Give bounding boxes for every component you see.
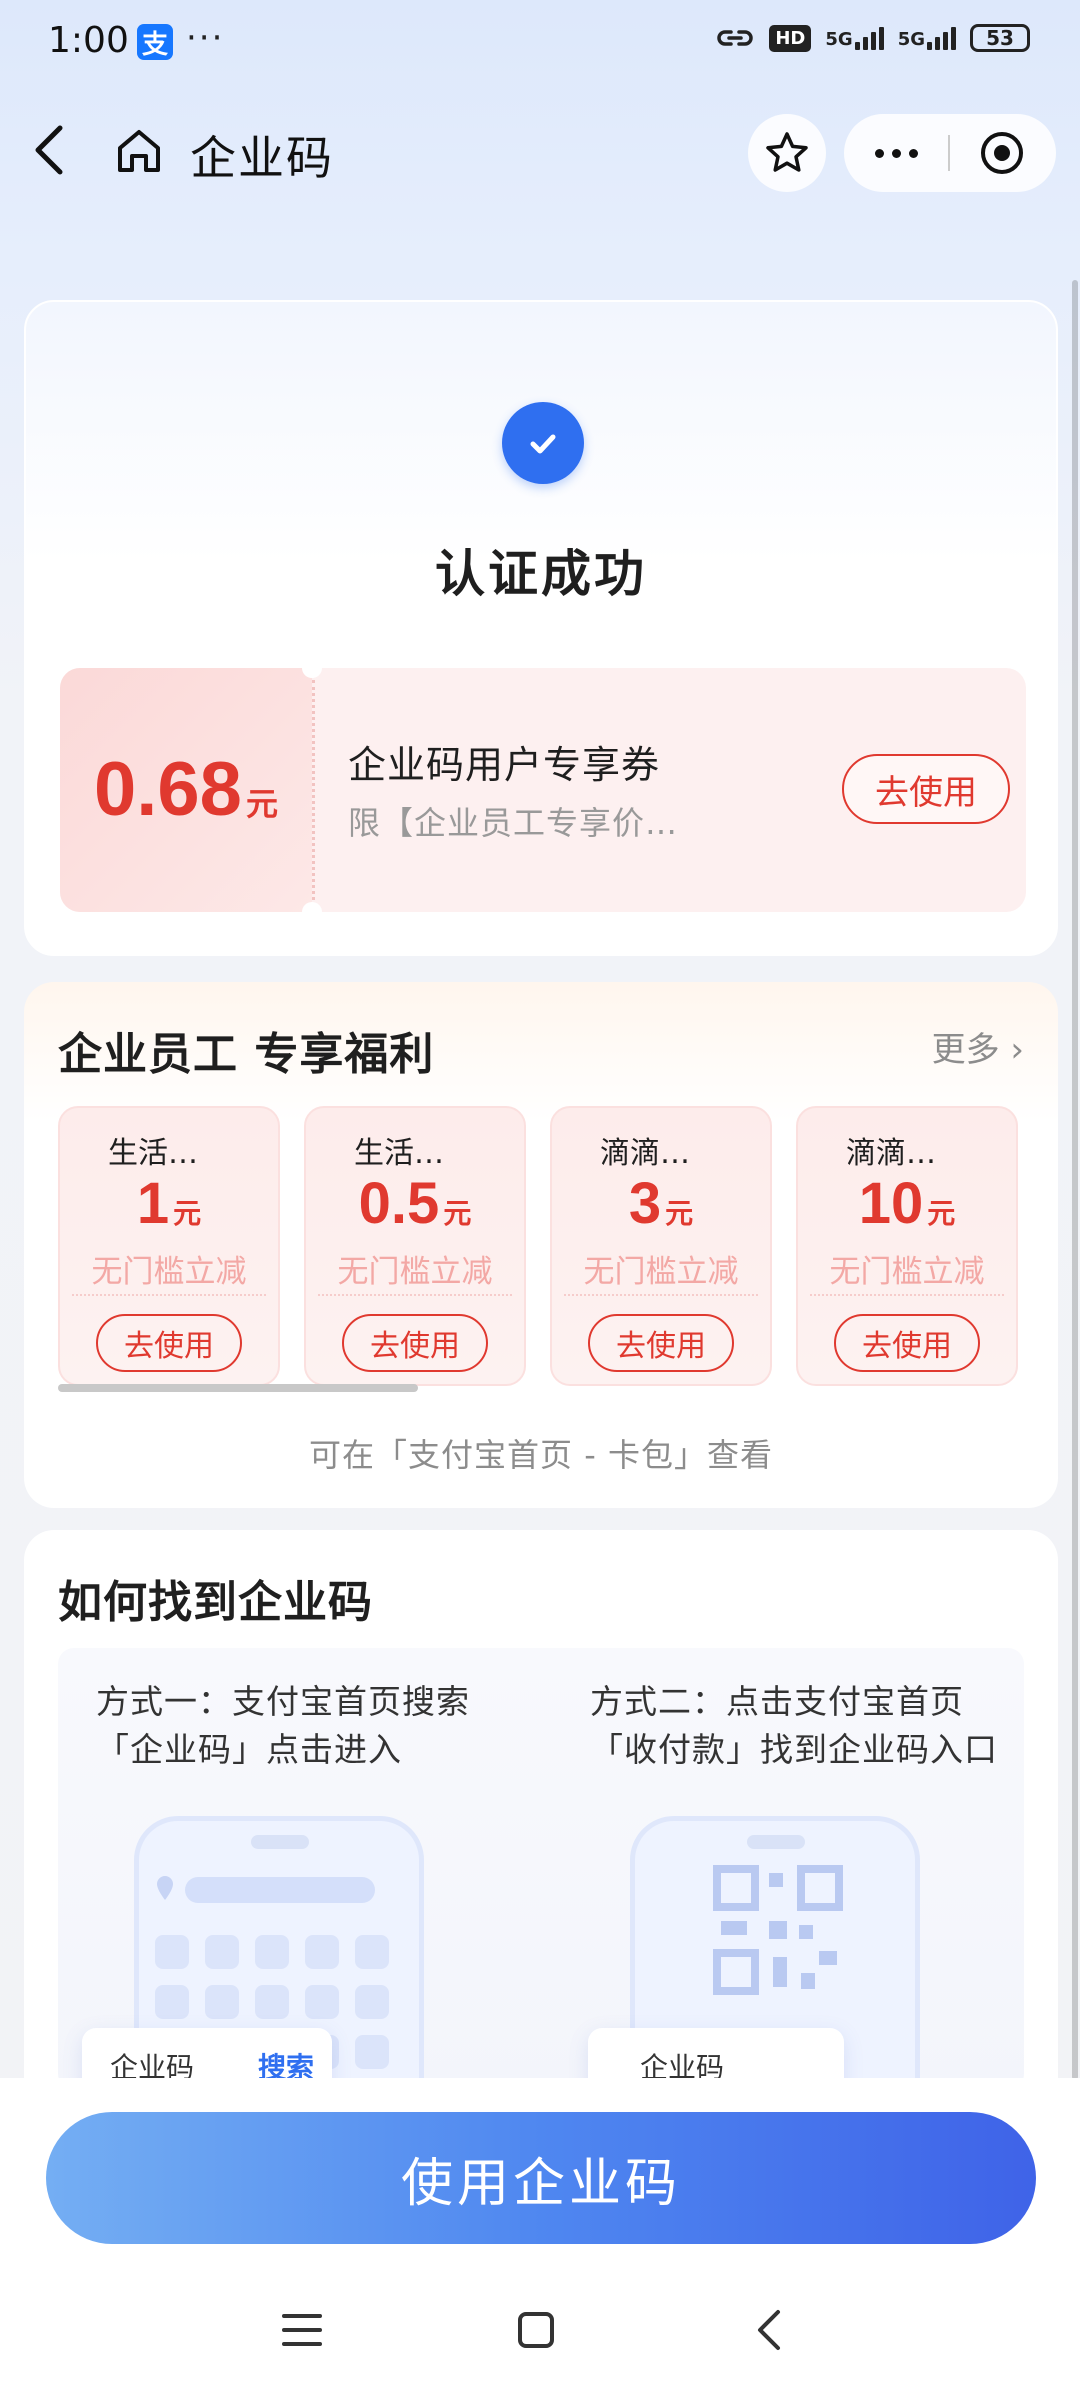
link-icon bbox=[717, 30, 754, 46]
home-nav-button[interactable] bbox=[506, 2300, 566, 2360]
employee-benefits-card: 企业员工 专享福利 更多 › 生活… 1元 无门槛立减 去使用 生活… 0.5 元… bbox=[24, 982, 1058, 1508]
phone-search-bar bbox=[185, 1877, 375, 1903]
benefit-condition: 无门槛立减 bbox=[829, 1254, 985, 1290]
status-time: 1:00 bbox=[48, 20, 129, 61]
method-two-line1: 方式二：点击支付宝首页 bbox=[590, 1682, 964, 1721]
method-one-text: 方式一：支付宝首页搜索 「企业码」点击进入 bbox=[96, 1678, 470, 1774]
qr-code-icon bbox=[713, 1865, 843, 1995]
favorite-button[interactable] bbox=[748, 114, 826, 192]
phone-notch bbox=[251, 1835, 309, 1849]
benefit-condition: 无门槛立减 bbox=[337, 1254, 493, 1290]
benefit-condition: 无门槛立减 bbox=[91, 1254, 247, 1290]
benefit-name: 滴滴… bbox=[846, 1136, 936, 1171]
coupon-notch bbox=[302, 902, 322, 912]
benefit-value: 0.5 元 bbox=[306, 1170, 524, 1237]
back-nav-button[interactable] bbox=[740, 2300, 800, 2360]
benefits-title: 企业员工 专享福利 bbox=[58, 1029, 435, 1080]
benefits-hint: 可在「支付宝首页 - 卡包」查看 bbox=[309, 1436, 773, 1474]
benefit-use-button[interactable]: 去使用 bbox=[588, 1314, 734, 1372]
coupon-divider bbox=[312, 680, 315, 900]
square-icon bbox=[518, 2312, 554, 2348]
notification-more-icon: ··· bbox=[186, 18, 225, 58]
home-icon bbox=[118, 130, 160, 172]
home-button[interactable] bbox=[114, 126, 164, 176]
success-check-icon bbox=[502, 402, 584, 484]
triangle-back-icon bbox=[758, 2310, 780, 2350]
page-scrollbar[interactable] bbox=[1072, 280, 1078, 2080]
menu-icon bbox=[282, 2314, 322, 2346]
method-two-line2: 「收付款」找到企业码入口 bbox=[590, 1730, 998, 1769]
signal-icon-1: 5G bbox=[825, 26, 884, 50]
benefit-unit: 元 bbox=[665, 1197, 694, 1230]
coupon-amount-panel: 0.68 元 bbox=[60, 668, 312, 912]
benefit-value: 1元 bbox=[60, 1170, 278, 1237]
signal-icon-2: 5G bbox=[897, 26, 956, 50]
status-indicators: HD 5G 5G 53 bbox=[715, 24, 1030, 52]
method-one-line1: 方式一：支付宝首页搜索 bbox=[96, 1682, 470, 1721]
target-icon bbox=[981, 132, 1023, 174]
benefit-coupon[interactable]: 生活… 0.5 元 无门槛立减 去使用 bbox=[304, 1106, 526, 1386]
horizontal-scroll-indicator bbox=[58, 1384, 418, 1392]
status-bar: 1:00 支 ··· HD 5G 5G 53 bbox=[0, 0, 1080, 90]
mini-program-capsule bbox=[844, 114, 1056, 192]
coupon-amount: 0.68 bbox=[94, 747, 242, 832]
page-title: 企业码 bbox=[190, 131, 334, 185]
coupon-use-button[interactable]: 去使用 bbox=[842, 754, 1010, 824]
coupon-unit: 元 bbox=[245, 785, 278, 823]
method-two-text: 方式二：点击支付宝首页 「收付款」找到企业码入口 bbox=[590, 1678, 998, 1774]
coupon-card: 0.68 元 企业码用户专享券 限【企业员工专享价… 去使用 bbox=[60, 668, 1026, 912]
alipay-app-icon: 支 bbox=[137, 24, 173, 60]
verification-success-card: 认证成功 0.68 元 企业码用户专享券 限【企业员工专享价… 去使用 bbox=[24, 300, 1058, 956]
howto-title: 如何找到企业码 bbox=[58, 1577, 373, 1628]
benefit-unit: 元 bbox=[927, 1197, 956, 1230]
benefit-amount: 3 bbox=[628, 1171, 662, 1236]
benefit-amount: 0.5 bbox=[358, 1171, 440, 1236]
method-one-line2: 「企业码」点击进入 bbox=[96, 1730, 402, 1769]
star-icon bbox=[766, 132, 808, 172]
benefit-divider bbox=[318, 1294, 512, 1296]
benefit-use-button[interactable]: 去使用 bbox=[834, 1314, 980, 1372]
network-label-2: 5G bbox=[897, 28, 925, 50]
benefit-coupon[interactable]: 滴滴… 3元 无门槛立减 去使用 bbox=[550, 1106, 772, 1386]
benefit-coupon[interactable]: 生活… 1元 无门槛立减 去使用 bbox=[58, 1106, 280, 1386]
more-options-button[interactable] bbox=[844, 114, 948, 192]
recent-apps-button[interactable] bbox=[272, 2300, 332, 2360]
phone-notch bbox=[747, 1835, 805, 1849]
benefit-value: 10 元 bbox=[798, 1170, 1016, 1237]
use-enterprise-code-button[interactable]: 使用企业码 bbox=[46, 2112, 1036, 2244]
benefit-name: 滴滴… bbox=[600, 1136, 690, 1171]
benefit-use-button[interactable]: 去使用 bbox=[342, 1314, 488, 1372]
coupon-name: 企业码用户专享券 bbox=[348, 743, 661, 787]
battery-icon: 53 bbox=[970, 24, 1030, 52]
how-to-find-card: 如何找到企业码 方式一：支付宝首页搜索 「企业码」点击进入 方式二：点击支付宝首… bbox=[24, 1530, 1058, 2090]
benefit-amount: 10 bbox=[858, 1171, 924, 1236]
benefit-coupon[interactable]: 滴滴… 10 元 无门槛立减 去使用 bbox=[796, 1106, 1018, 1386]
success-title: 认证成功 bbox=[435, 545, 647, 603]
howto-illustration-area: 方式一：支付宝首页搜索 「企业码」点击进入 方式二：点击支付宝首页 「收付款」找… bbox=[58, 1648, 1024, 2090]
network-label-1: 5G bbox=[825, 28, 853, 50]
benefit-name: 生活… bbox=[354, 1136, 444, 1171]
benefit-use-button[interactable]: 去使用 bbox=[96, 1314, 242, 1372]
benefits-more-link[interactable]: 更多 › bbox=[932, 1022, 1024, 1071]
benefit-condition: 无门槛立减 bbox=[583, 1254, 739, 1290]
back-button[interactable] bbox=[30, 122, 70, 178]
close-miniapp-button[interactable] bbox=[950, 114, 1054, 192]
benefit-unit: 元 bbox=[443, 1197, 472, 1230]
chevron-left-icon bbox=[35, 125, 63, 175]
benefit-amount: 1 bbox=[136, 1171, 170, 1236]
hd-badge: HD bbox=[769, 24, 812, 52]
benefit-unit: 元 bbox=[173, 1197, 202, 1230]
benefit-divider bbox=[72, 1294, 266, 1296]
benefit-value: 3元 bbox=[552, 1170, 770, 1237]
benefit-divider bbox=[810, 1294, 1004, 1296]
location-pin-icon bbox=[157, 1876, 173, 1900]
benefit-name: 生活… bbox=[108, 1136, 198, 1171]
benefit-divider bbox=[564, 1294, 758, 1296]
coupon-description: 限【企业员工专享价… bbox=[348, 804, 679, 842]
